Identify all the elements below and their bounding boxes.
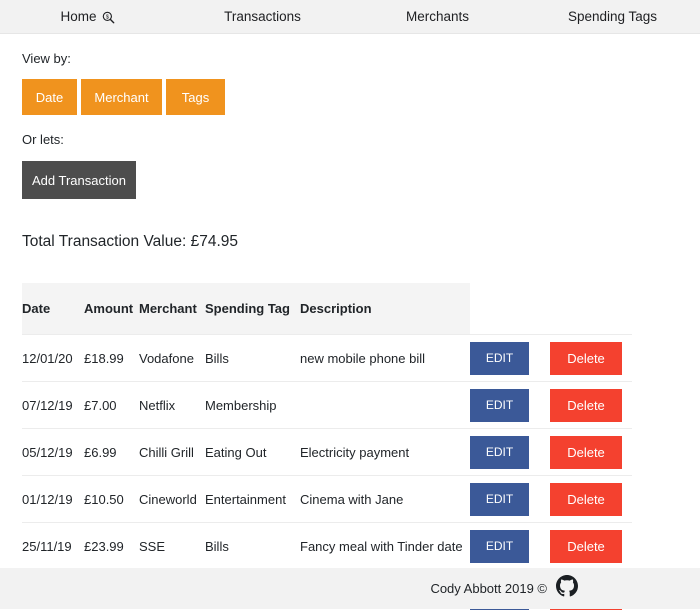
cell-edit: EDIT	[470, 335, 550, 382]
cell-amount: £23.99	[84, 523, 139, 570]
cell-description	[300, 382, 470, 429]
total-transaction-value: Total Transaction Value: £74.95	[22, 233, 678, 251]
footer-credit: Cody Abbott 2019 ©	[430, 581, 547, 596]
delete-button[interactable]: Delete	[550, 483, 622, 516]
nav-item-transactions[interactable]: Transactions	[175, 9, 350, 24]
edit-button[interactable]: EDIT	[470, 530, 529, 563]
cell-date: 25/11/19	[22, 523, 84, 570]
edit-button[interactable]: EDIT	[470, 342, 529, 375]
cell-description: Cinema with Jane	[300, 476, 470, 523]
cell-delete: Delete	[550, 476, 632, 523]
column-header-edit-spacer	[470, 283, 550, 335]
cell-amount: £7.00	[84, 382, 139, 429]
table-row: 07/12/19£7.00NetflixMembership EDIT Delete	[22, 382, 632, 429]
edit-button[interactable]: EDIT	[470, 483, 529, 516]
table-header-row: Date Amount Merchant Spending Tag Descri…	[22, 283, 632, 335]
nav-item-spending-tags-label: Spending Tags	[568, 9, 657, 24]
cell-delete: Delete	[550, 335, 632, 382]
cell-date: 01/12/19	[22, 476, 84, 523]
column-header-date: Date	[22, 283, 84, 335]
cell-merchant: Vodafone	[139, 335, 205, 382]
nav-item-home-label: Home	[60, 9, 96, 24]
cell-description: Fancy meal with Tinder date	[300, 523, 470, 570]
cell-merchant: Netflix	[139, 382, 205, 429]
cell-edit: EDIT	[470, 523, 550, 570]
cell-delete: Delete	[550, 382, 632, 429]
table-row: 25/11/19£23.99SSEBillsFancy meal with Ti…	[22, 523, 632, 570]
cell-edit: EDIT	[470, 429, 550, 476]
table-row: 01/12/19£10.50CineworldEntertainmentCine…	[22, 476, 632, 523]
view-by-date-button[interactable]: Date	[22, 79, 77, 115]
edit-button[interactable]: EDIT	[470, 436, 529, 469]
delete-button[interactable]: Delete	[550, 530, 622, 563]
delete-button[interactable]: Delete	[550, 389, 622, 422]
view-by-label: View by:	[22, 51, 678, 67]
cell-date: 12/01/20	[22, 335, 84, 382]
or-lets-label: Or lets:	[22, 132, 678, 148]
cell-spending-tag: Entertainment	[205, 476, 300, 523]
edit-button[interactable]: EDIT	[470, 389, 529, 422]
nav-item-merchants[interactable]: Merchants	[350, 9, 525, 24]
table-header: Date Amount Merchant Spending Tag Descri…	[22, 283, 632, 335]
view-by-tags-button[interactable]: Tags	[166, 79, 225, 115]
column-header-spending-tag: Spending Tag	[205, 283, 300, 335]
cell-spending-tag: Eating Out	[205, 429, 300, 476]
cell-date: 05/12/19	[22, 429, 84, 476]
column-header-delete-spacer	[550, 283, 632, 335]
cell-delete: Delete	[550, 523, 632, 570]
column-header-merchant: Merchant	[139, 283, 205, 335]
nav-item-merchants-label: Merchants	[406, 9, 469, 24]
cell-edit: EDIT	[470, 476, 550, 523]
transactions-table: Date Amount Merchant Spending Tag Descri…	[22, 283, 632, 616]
cell-date: 07/12/19	[22, 382, 84, 429]
search-dollar-icon[interactable]: $	[102, 11, 115, 24]
column-header-description: Description	[300, 283, 470, 335]
cell-spending-tag: Bills	[205, 335, 300, 382]
add-transaction-button[interactable]: Add Transaction	[22, 161, 136, 199]
cell-merchant: SSE	[139, 523, 205, 570]
column-header-amount: Amount	[84, 283, 139, 335]
cell-amount: £6.99	[84, 429, 139, 476]
cell-merchant: Cineworld	[139, 476, 205, 523]
transactions-table-wrapper: Date Amount Merchant Spending Tag Descri…	[22, 283, 678, 616]
main-content: View by: Date Merchant Tags Or lets: Add…	[0, 51, 700, 616]
cell-merchant: Chilli Grill	[139, 429, 205, 476]
table-row: 05/12/19£6.99Chilli GrillEating OutElect…	[22, 429, 632, 476]
cell-edit: EDIT	[470, 382, 550, 429]
cell-description: new mobile phone bill	[300, 335, 470, 382]
cell-spending-tag: Bills	[205, 523, 300, 570]
github-icon[interactable]	[556, 575, 578, 602]
cell-delete: Delete	[550, 429, 632, 476]
nav-item-transactions-label: Transactions	[224, 9, 301, 24]
page-footer: Cody Abbott 2019 ©	[0, 568, 700, 609]
nav-item-spending-tags[interactable]: Spending Tags	[525, 9, 700, 24]
view-by-button-group: Date Merchant Tags	[22, 79, 678, 115]
table-row: 12/01/20£18.99VodafoneBillsnew mobile ph…	[22, 335, 632, 382]
delete-button[interactable]: Delete	[550, 436, 622, 469]
cell-amount: £10.50	[84, 476, 139, 523]
delete-button[interactable]: Delete	[550, 342, 622, 375]
cell-amount: £18.99	[84, 335, 139, 382]
view-by-merchant-button[interactable]: Merchant	[81, 79, 162, 115]
top-navigation-bar: Home $ Transactions Merchants Spending T…	[0, 0, 700, 34]
cell-description: Electricity payment	[300, 429, 470, 476]
nav-item-home[interactable]: Home $	[0, 9, 175, 24]
cell-spending-tag: Membership	[205, 382, 300, 429]
